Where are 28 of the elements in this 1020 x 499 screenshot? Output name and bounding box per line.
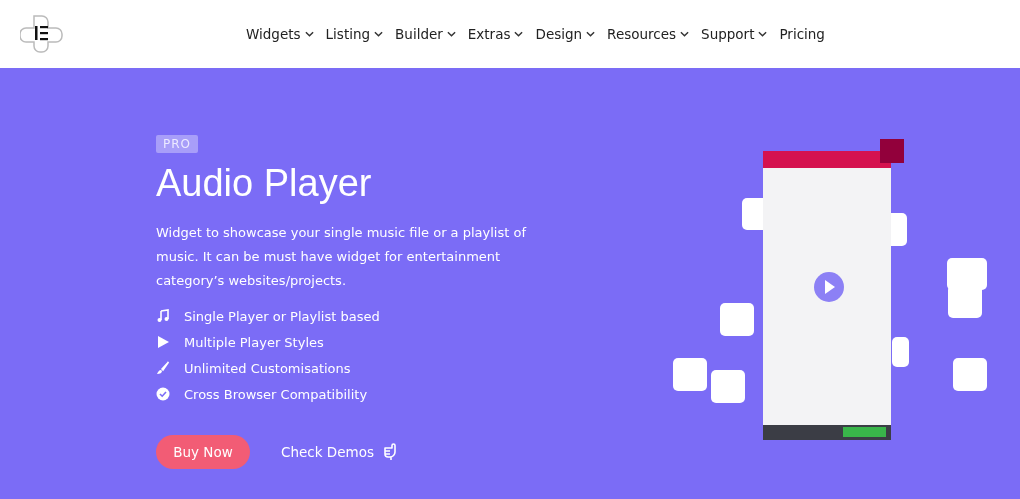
play-icon — [156, 335, 170, 349]
page-title: Audio Player — [156, 161, 373, 206]
chevron-down-icon[interactable] — [758, 31, 768, 37]
pro-badge: PRO — [156, 135, 199, 153]
chevron-down-icon[interactable] — [680, 31, 690, 37]
feature-text: Unlimited Customisations — [184, 360, 351, 376]
music-note-icon — [156, 309, 170, 323]
chevron-down-icon[interactable] — [304, 31, 314, 37]
nav-link[interactable]: Builder — [395, 26, 443, 42]
nav-link[interactable]: Pricing — [779, 26, 825, 42]
feature-text: Single Player or Playlist based — [184, 308, 380, 324]
nav-link[interactable]: Listing — [325, 26, 371, 42]
check-demos-link[interactable]: Check Demos — [281, 444, 374, 460]
logo-icon[interactable] — [20, 14, 64, 54]
description: Widget to showcase your single music file or a playlist of music. It can be must have widget for entertainment category’s websites/projects. — [156, 224, 528, 290]
chevron-down-icon[interactable] — [586, 31, 596, 37]
chevron-down-icon[interactable] — [446, 31, 456, 37]
feature-text: Multiple Player Styles — [184, 334, 324, 350]
check-circle-icon — [156, 387, 170, 401]
feature-text: Cross Browser Compatibility — [184, 386, 368, 402]
brush-icon — [156, 361, 170, 375]
chevron-down-icon[interactable] — [374, 31, 384, 37]
nav-link[interactable]: Widgets — [246, 26, 301, 42]
nav-link[interactable]: Support — [701, 26, 755, 42]
nav-link[interactable]: Design — [535, 26, 583, 42]
nav-link[interactable]: Extras — [467, 26, 511, 42]
chevron-down-icon[interactable] — [514, 31, 524, 37]
nav-link[interactable]: Resources — [607, 26, 677, 42]
